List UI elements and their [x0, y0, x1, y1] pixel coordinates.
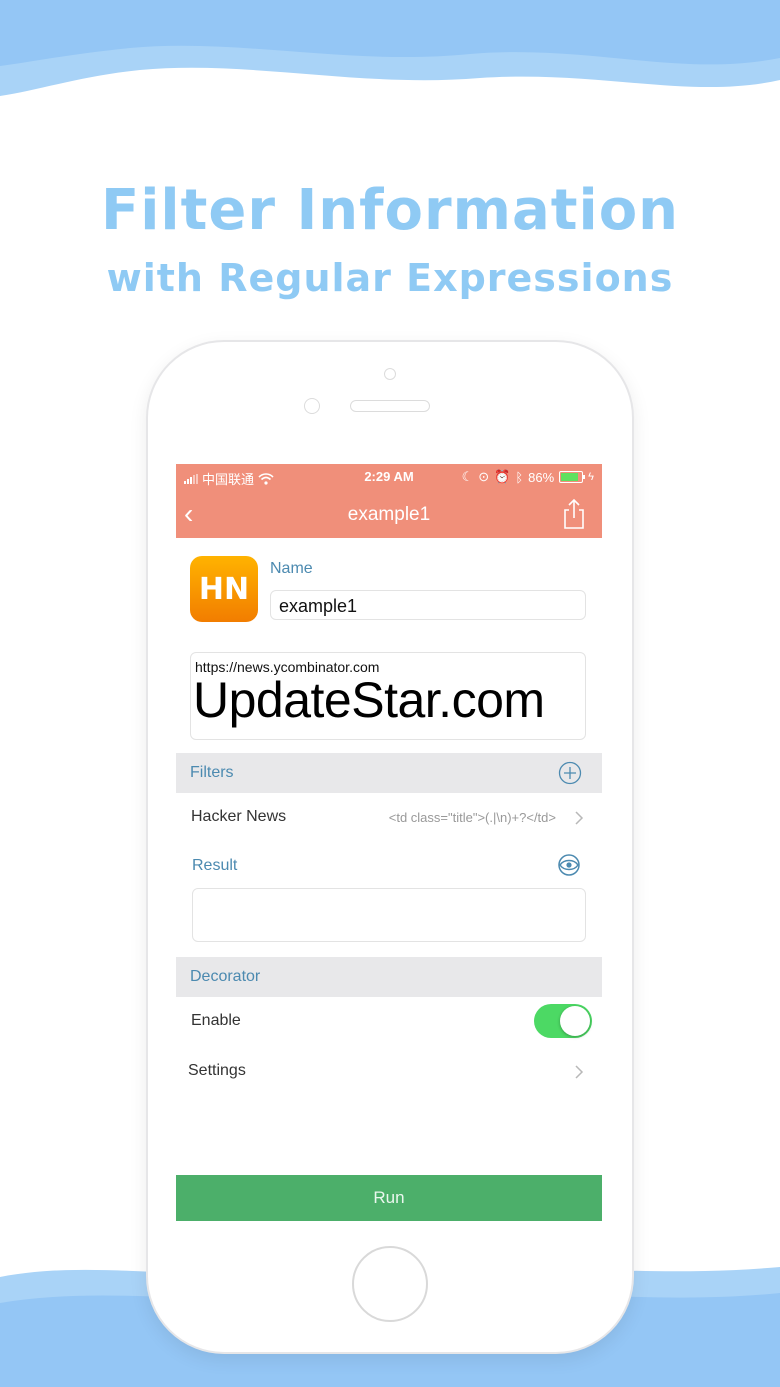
chevron-right-icon: [575, 811, 584, 825]
earpiece-speaker: [350, 400, 430, 412]
battery-icon: [559, 471, 586, 483]
navigation-bar: ‹ example1: [176, 490, 602, 538]
alarm-icon: ⏰: [494, 469, 511, 484]
top-wave-decoration: [0, 0, 780, 96]
url-input[interactable]: https://news.ycombinator.com UpdateStar.…: [190, 652, 586, 740]
result-label: Result: [192, 857, 238, 874]
bluetooth-icon: ᛒ: [515, 469, 524, 485]
app-icon[interactable]: HN: [190, 556, 258, 622]
filters-section-label: Filters: [190, 764, 234, 781]
settings-label: Settings: [188, 1062, 246, 1079]
status-bar: 中国联通 2:29 AM ☾ ⊙ ⏰ ᛒ 86% ϟ: [176, 464, 602, 490]
run-button[interactable]: Run: [176, 1175, 602, 1221]
battery-percent: 86%: [528, 469, 555, 485]
app-icon-text: HN: [198, 571, 250, 607]
eye-icon[interactable]: [556, 854, 582, 876]
add-filter-icon[interactable]: [558, 761, 582, 785]
decorator-section-header: Decorator: [176, 957, 602, 997]
decorator-section-label: Decorator: [190, 968, 261, 985]
app-screen: 中国联通 2:29 AM ☾ ⊙ ⏰ ᛒ 86% ϟ ‹ example1 HN…: [176, 464, 602, 1221]
share-icon[interactable]: [560, 498, 588, 530]
chevron-right-icon: [575, 1065, 584, 1079]
proximity-sensor: [384, 368, 396, 380]
front-camera: [304, 398, 320, 414]
home-button[interactable]: [352, 1246, 428, 1322]
charging-icon: ϟ: [588, 471, 594, 483]
headline-line-1: Filter Information: [100, 178, 680, 243]
watermark-text: UpdateStar.com: [193, 672, 545, 728]
moon-icon: ☾: [461, 469, 474, 484]
filter-pattern: <td class="title">(.|\n)+?</td>: [388, 810, 556, 825]
result-output[interactable]: [192, 888, 586, 942]
headline-line-2: with Regular Expressions: [106, 256, 674, 300]
filter-name: Hacker News: [191, 808, 287, 825]
page-title: example1: [347, 504, 431, 525]
filters-section-header: Filters: [176, 753, 602, 793]
lock-rotation-icon: ⊙: [478, 469, 490, 484]
name-label: Name: [270, 560, 313, 577]
name-input[interactable]: example1: [270, 590, 586, 620]
toggle-knob: [560, 1006, 590, 1036]
enable-label: Enable: [191, 1012, 241, 1029]
enable-toggle[interactable]: [534, 1004, 592, 1038]
